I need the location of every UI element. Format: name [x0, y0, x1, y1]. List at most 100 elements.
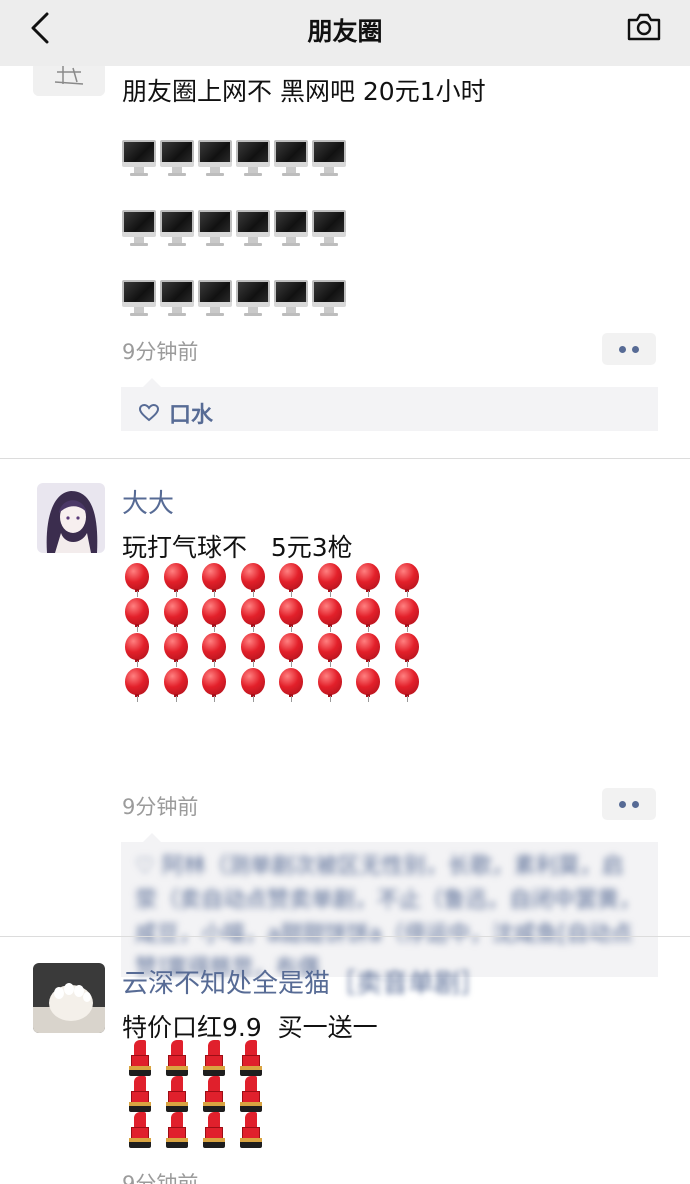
emoji-row: [122, 633, 424, 667]
balloon-icon: [238, 563, 270, 597]
emoji-row: [128, 1040, 263, 1076]
desktop-computer-icon: [236, 140, 270, 176]
balloon-icon: [315, 668, 347, 702]
nickname-suffix-blurred: ［卖音单剧］: [330, 969, 487, 999]
likes-line: 口水: [139, 397, 213, 429]
balloon-icon: [315, 598, 347, 632]
desktop-computer-icon: [160, 280, 194, 316]
moment-post: 云深不知处全是猫［卖音单剧］ 特价口红9.9 买一送一 9分钟前: [0, 936, 690, 1184]
desktop-computer-icon: [236, 280, 270, 316]
lipstick-icon: [202, 1112, 226, 1148]
moment-post: 大大 玩打气球不 5元3枪 9分钟前 ♡ 阿林（测单剧次被区无性别，长歌，素利莫…: [0, 458, 690, 981]
desktop-computer-icon: [122, 140, 156, 176]
balloon-icon: [238, 668, 270, 702]
lipstick-icon: [128, 1076, 152, 1112]
lipstick-icon: [165, 1040, 189, 1076]
post-text: 玩打气球不 5元3枪: [122, 533, 353, 562]
balloon-icon: [353, 598, 385, 632]
balloon-icon: [122, 598, 154, 632]
post-text: 特价口红9.9 买一送一: [122, 1013, 378, 1042]
likes-box: 口水: [121, 378, 658, 431]
desktop-computer-icon: [312, 280, 346, 316]
balloon-icon: [392, 598, 424, 632]
lipstick-icon: [165, 1076, 189, 1112]
desktop-computer-icon: [312, 140, 346, 176]
lipstick-icon: [202, 1040, 226, 1076]
balloon-icon: [392, 668, 424, 702]
balloon-icon: [199, 633, 231, 667]
emoji-row: [128, 1112, 263, 1148]
dot-icon: [619, 800, 626, 808]
emoji-row: [128, 1076, 263, 1112]
balloon-icon: [199, 563, 231, 597]
balloon-icon: [161, 668, 193, 702]
balloon-icon: [315, 563, 347, 597]
balloon-icon: [238, 633, 270, 667]
heart-icon: ♡: [135, 854, 162, 879]
balloon-icon: [199, 598, 231, 632]
balloon-icon: [353, 563, 385, 597]
lipstick-icon: [239, 1076, 263, 1112]
caret: [143, 833, 161, 842]
balloon-icon: [238, 598, 270, 632]
balloon-icon: [276, 598, 308, 632]
emoji-row: [122, 598, 424, 632]
avatar-image-icon: [33, 963, 105, 1033]
desktop-computer-icon: [274, 140, 308, 176]
avatar[interactable]: [37, 483, 105, 553]
desktop-computer-icon: [160, 210, 194, 246]
balloon-icon: [276, 668, 308, 702]
emoji-row: [122, 280, 346, 316]
lipstick-icon: [128, 1112, 152, 1148]
desktop-computer-icon: [312, 210, 346, 246]
desktop-computer-icon: [122, 280, 156, 316]
post-timestamp: 9分钟前: [122, 340, 199, 364]
lipstick-icon: [202, 1076, 226, 1112]
user-nickname[interactable]: 云深不知处全是猫［卖音单剧］: [122, 963, 486, 1000]
caret: [143, 378, 161, 387]
emoji-grid: [122, 563, 424, 703]
top-navbar: 朋友圈: [0, 0, 690, 66]
balloon-icon: [199, 668, 231, 702]
balloon-icon: [122, 668, 154, 702]
desktop-computer-icon: [274, 280, 308, 316]
dot-icon: [632, 800, 639, 808]
chevron-left-icon: [31, 12, 49, 44]
balloon-icon: [392, 633, 424, 667]
like-user-name[interactable]: 口水: [169, 397, 213, 429]
more-actions-button[interactable]: [602, 788, 656, 820]
moments-feed[interactable]: 朋友圈上网不 黑网吧 20元1小时 9分钟前 口水 大大 玩打气球不 5元3枪 …: [0, 66, 690, 1184]
emoji-row: [122, 210, 346, 246]
dot-icon: [619, 345, 626, 353]
balloon-icon: [161, 563, 193, 597]
balloon-icon: [276, 563, 308, 597]
emoji-row: [122, 563, 424, 597]
avatar[interactable]: [33, 66, 105, 96]
post-timestamp: 9分钟前: [122, 795, 199, 819]
balloon-icon: [122, 563, 154, 597]
balloon-icon: [276, 633, 308, 667]
lipstick-icon: [239, 1112, 263, 1148]
back-button[interactable]: [24, 12, 56, 44]
lipstick-icon: [165, 1112, 189, 1148]
post-timestamp: 9分钟前: [122, 1172, 199, 1184]
page-title: 朋友圈: [307, 17, 383, 46]
emoji-grid: [122, 140, 346, 350]
desktop-computer-icon: [198, 210, 232, 246]
balloon-icon: [353, 668, 385, 702]
heart-icon: [139, 404, 159, 422]
avatar-image-icon: [33, 66, 105, 96]
desktop-computer-icon: [236, 210, 270, 246]
balloon-icon: [161, 598, 193, 632]
desktop-computer-icon: [160, 140, 194, 176]
dot-icon: [632, 345, 639, 353]
desktop-computer-icon: [198, 280, 232, 316]
avatar[interactable]: [33, 963, 105, 1033]
user-nickname[interactable]: 大大: [122, 483, 174, 520]
more-actions-button[interactable]: [602, 333, 656, 365]
emoji-grid: [128, 1040, 263, 1148]
balloon-icon: [392, 563, 424, 597]
camera-icon: [627, 13, 661, 41]
nickname-text: 云深不知处全是猫: [122, 969, 331, 999]
camera-button[interactable]: [626, 12, 662, 44]
